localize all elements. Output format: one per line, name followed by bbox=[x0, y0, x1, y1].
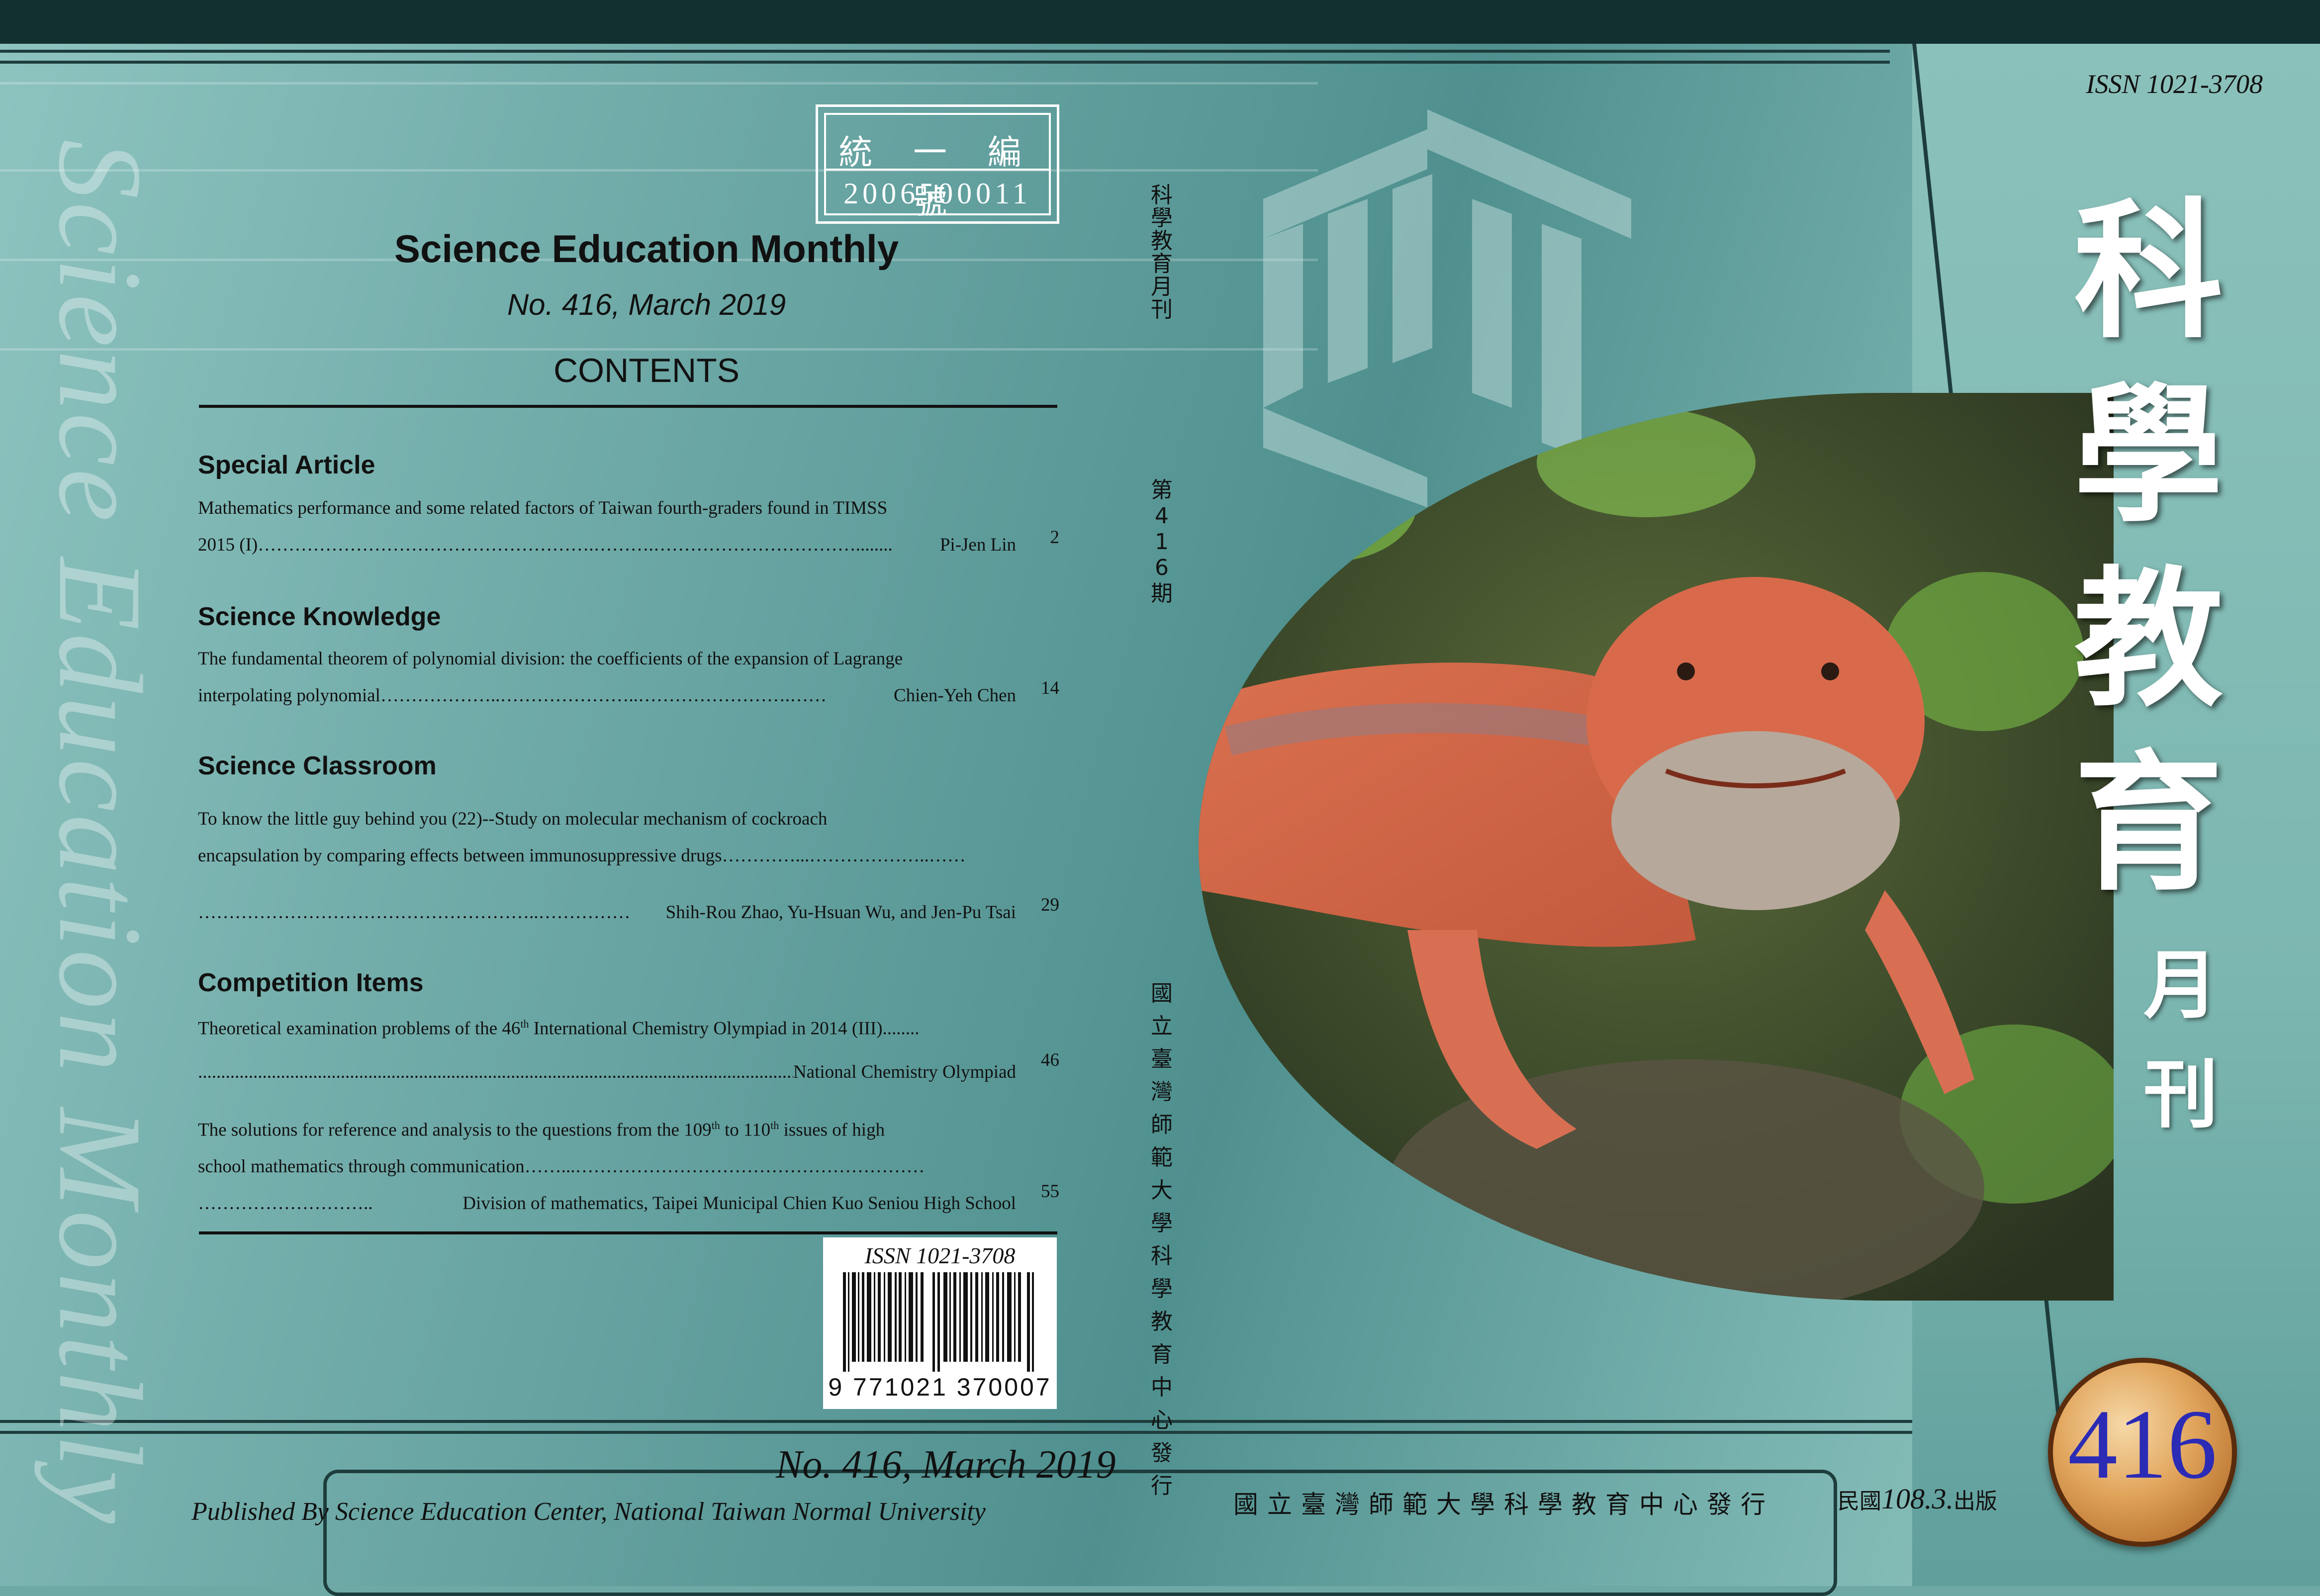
toc-entry-title-cont: interpolating polynomial bbox=[198, 685, 380, 706]
front-monthly-char-2: 刊 bbox=[2143, 1051, 2219, 1138]
contents-bottom-rule bbox=[199, 1231, 1057, 1234]
issue-line: No. 416, March 2019 bbox=[507, 288, 786, 321]
spine-title-vertical: Science Education Monthly bbox=[34, 139, 167, 1527]
toc-entry-line2: encapsulation by comparing effects betwe… bbox=[198, 838, 1016, 874]
barcode-issn: ISSN 1021-3708 bbox=[864, 1243, 1016, 1268]
dot-leader: ……………………….. bbox=[198, 1193, 373, 1214]
toc-entry-page: 46 bbox=[1041, 1050, 1059, 1070]
toc-entry-title: The fundamental theorem of polynomial di… bbox=[198, 649, 903, 669]
section-heading-special-article: Special Article bbox=[198, 451, 375, 479]
toc-entry-page: 55 bbox=[1041, 1181, 1059, 1202]
serial-divider bbox=[826, 169, 1049, 171]
dot-leader: ………………..…………………..…………………….…… bbox=[380, 685, 827, 706]
dot-leader: ………………………………………………..…………… bbox=[198, 902, 631, 923]
front-issn: ISSN 1021-3708 bbox=[2086, 69, 2263, 99]
dot-leader: ……...………………………………………………… bbox=[524, 1156, 925, 1177]
section-heading-science-classroom: Science Classroom bbox=[198, 751, 437, 780]
toc-entry-title-cont: 2015 (I) bbox=[198, 535, 258, 555]
toc-entry: The fundamental theorem of polynomial di… bbox=[198, 641, 1016, 714]
toc-entry: Theoretical examination problems of the … bbox=[198, 1006, 1016, 1091]
journal-title: Science Education Monthly bbox=[394, 227, 899, 271]
toc-entry-title: Mathematics performance and some related… bbox=[198, 498, 888, 518]
dot-leader: …………...………………..…… bbox=[722, 845, 966, 866]
spine-issue-number: 第416期 bbox=[1151, 477, 1173, 606]
date-suffix: 出版 bbox=[1953, 1489, 1997, 1514]
toc-entry-author: Pi-Jen Lin bbox=[939, 535, 1016, 555]
toc-entry: To know the little guy behind you (22)--… bbox=[198, 801, 1016, 931]
toc-entry-author: Division of mathematics, Taipei Municipa… bbox=[463, 1193, 1016, 1214]
toc-entry-title-cont: school mathematics through communication bbox=[198, 1156, 525, 1177]
toc-entry: The solutions for reference and analysis… bbox=[198, 1107, 1016, 1222]
toc-entry-line3: ……………………….. Division of mathematics, Tai… bbox=[198, 1185, 1016, 1222]
back-issue-line: No. 416, March 2019 bbox=[776, 1443, 1116, 1487]
toc-entry-line2: school mathematics through communication… bbox=[198, 1148, 1016, 1185]
section-heading-science-knowledge: Science Knowledge bbox=[198, 602, 441, 631]
front-publish-date: 民國108.3.出版 bbox=[1838, 1482, 1997, 1515]
front-publisher: 國立臺灣師範大學科學教育中心發行 bbox=[1233, 1490, 1774, 1519]
toc-entry-title: The solutions for reference and analysis… bbox=[198, 1119, 885, 1140]
serial-number-box: 統 一 編 號 2006500011 bbox=[816, 104, 1059, 224]
published-by: Published By Science Education Center, N… bbox=[191, 1498, 986, 1526]
toc-entry-title-cont: encapsulation by comparing effects betwe… bbox=[198, 845, 722, 866]
toc-entry-title: To know the little guy behind you (22)--… bbox=[198, 809, 828, 829]
toc-entry-author: Shih-Rou Zhao, Yu-Hsuan Wu, and Jen-Pu T… bbox=[665, 902, 1016, 923]
toc-entry-author: Chien-Yeh Chen bbox=[894, 685, 1016, 706]
toc-entry-page: 14 bbox=[1041, 678, 1059, 698]
contents-rule bbox=[199, 405, 1057, 408]
section-heading-competition-items: Competition Items bbox=[198, 968, 424, 997]
barcode-icon bbox=[843, 1272, 1034, 1372]
barcode-box: ISSN 1021-3708 9 771021 370007 bbox=[823, 1237, 1057, 1409]
date-prefix: 民國 bbox=[1838, 1489, 1881, 1514]
frame-bottom-lines bbox=[0, 1420, 2138, 1434]
top-dark-bar bbox=[0, 0, 2320, 44]
toc-entry-page: 29 bbox=[1041, 895, 1059, 915]
spine-journal-name: 科學教育月刊 bbox=[1151, 183, 1173, 322]
toc-entry-title: Theoretical examination problems of the … bbox=[198, 1018, 920, 1039]
serial-number: 2006500011 bbox=[843, 177, 1031, 210]
toc-entry: Mathematics performance and some related… bbox=[198, 490, 1016, 563]
toc-entry-line2: ........................................… bbox=[198, 1054, 1016, 1091]
date-value: 108.3. bbox=[1881, 1483, 1953, 1515]
issue-number: 416 bbox=[2068, 1390, 2217, 1500]
dot-leader: ........................................… bbox=[198, 1062, 793, 1083]
toc-entry-page: 2 bbox=[1050, 527, 1060, 548]
dot-leader: ……………………………………………….……….……………………………......… bbox=[258, 535, 893, 555]
toc-entry-author: National Chemistry Olympiad bbox=[793, 1062, 1016, 1083]
spine-publisher: 國立臺灣師範大學科學教育中心發行 bbox=[1151, 981, 1173, 1499]
frame-top-lines bbox=[0, 50, 1890, 64]
front-monthly-char-1: 月 bbox=[2143, 941, 2219, 1029]
serial-inner-frame: 統 一 編 號 2006500011 bbox=[824, 113, 1051, 222]
barcode-digits: 9 771021 370007 bbox=[828, 1373, 1052, 1401]
toc-entry-line2: 2015 (I) ……………………………………………….……….……………………… bbox=[198, 527, 1016, 563]
issue-number-badge: 416 bbox=[2048, 1358, 2237, 1547]
front-main-title: 科學教育 bbox=[2074, 183, 2223, 911]
contents-heading: CONTENTS bbox=[554, 352, 740, 389]
toc-entry-line3: ………………………………………………..…………… Shih-Rou Zhao,… bbox=[198, 894, 1016, 931]
toc-entry-line2: interpolating polynomial ………………..…………………… bbox=[198, 677, 1016, 714]
